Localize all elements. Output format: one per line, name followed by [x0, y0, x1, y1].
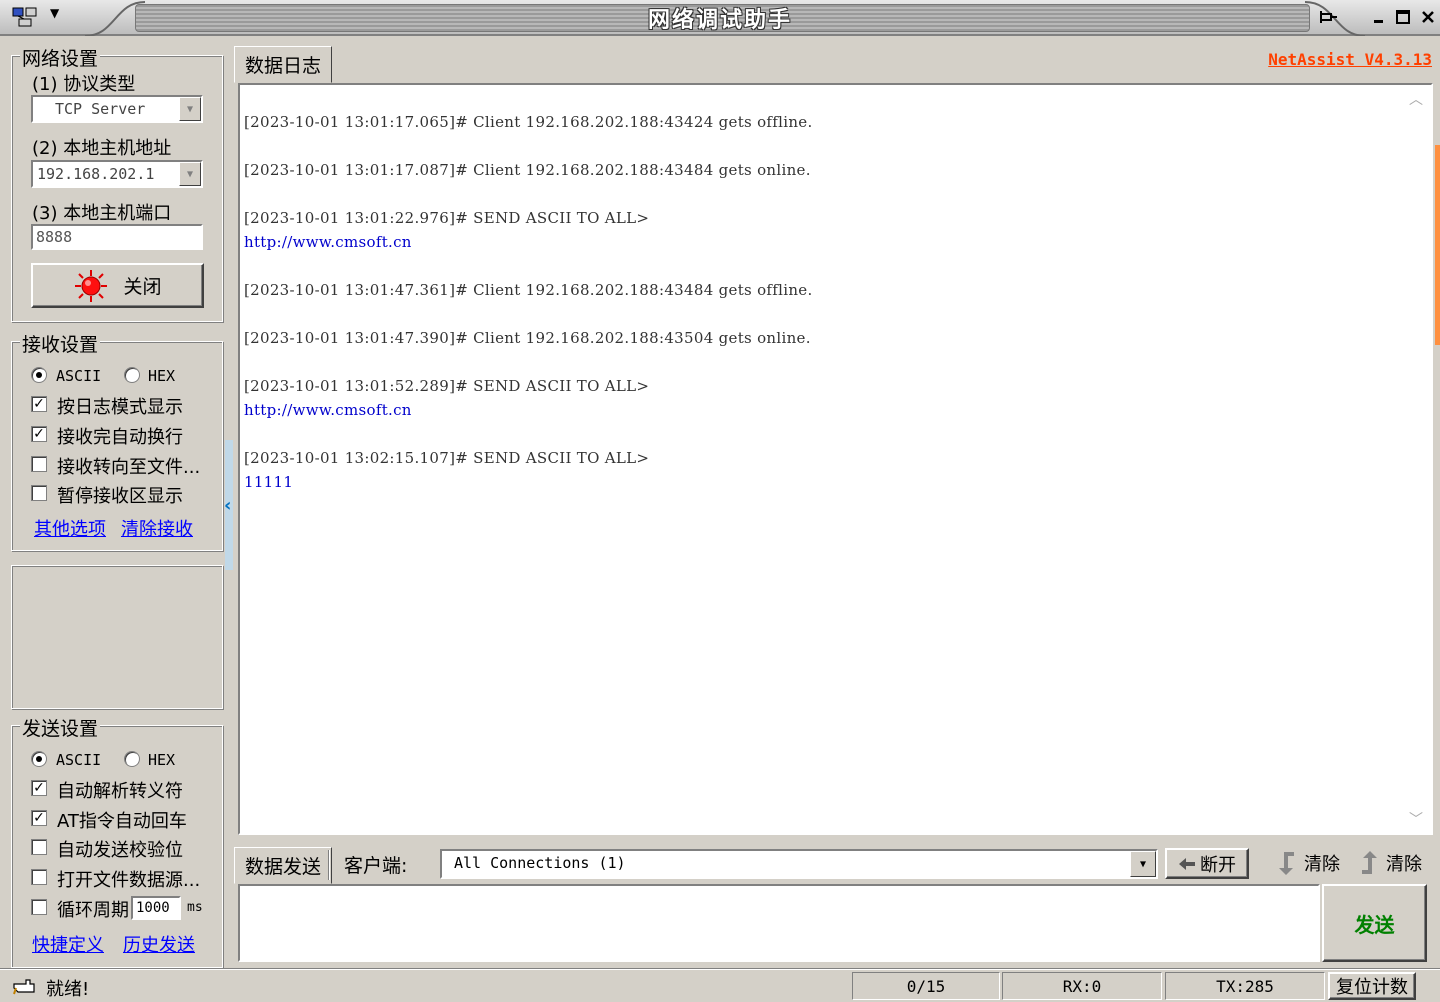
receive-option-checkbox[interactable]: ✓: [31, 396, 47, 412]
receive-option-label: 按日志模式显示: [57, 397, 183, 418]
status-rx: RX:0: [1002, 972, 1162, 1000]
receive-option-checkbox[interactable]: [31, 485, 47, 501]
other-options-link[interactable]: 其他选项: [34, 515, 106, 541]
protocol-select[interactable]: TCP Server ▼: [31, 95, 203, 123]
disconnect-button[interactable]: 断开: [1165, 848, 1249, 879]
log-line: [2023-10-01 13:01:47.390]# Client 192.16…: [244, 329, 811, 347]
blank-panel: [11, 565, 223, 709]
receive-option-checkbox[interactable]: [31, 456, 47, 472]
send-history-link[interactable]: 历史发送: [123, 931, 195, 957]
pointing-hand-icon: [13, 979, 35, 995]
tab-data-send[interactable]: 数据发送: [234, 847, 333, 884]
send-option-checkbox[interactable]: [31, 869, 47, 885]
log-data-line: 11111: [244, 473, 294, 491]
receive-option-checkbox[interactable]: ✓: [31, 426, 47, 442]
log-line: [2023-10-01 13:01:22.976]# SEND ASCII TO…: [244, 209, 650, 227]
tab-divider: [328, 850, 330, 880]
log-line: [2023-10-01 13:01:47.361]# Client 192.16…: [244, 281, 813, 299]
send-ascii-label: ASCII: [56, 751, 102, 769]
status-ready: 就绪!: [46, 979, 90, 1000]
protocol-label: (1) 协议类型: [32, 74, 136, 95]
client-select[interactable]: All Connections (1) ▼: [440, 849, 1158, 879]
port-label: (3) 本地主机端口: [32, 203, 172, 224]
pin-icon[interactable]: [1318, 6, 1340, 28]
send-option-label: 打开文件数据源...: [57, 870, 201, 891]
close-connection-button[interactable]: 关闭: [31, 263, 204, 308]
receive-hex-radio[interactable]: [124, 367, 140, 383]
scroll-down-icon[interactable]: ﹀: [1409, 809, 1423, 829]
clear-up-icon: [1362, 851, 1377, 874]
send-option-checkbox[interactable]: [31, 839, 47, 855]
log-line: [2023-10-01 13:01:52.289]# SEND ASCII TO…: [244, 377, 650, 395]
client-label: 客户端:: [344, 855, 408, 877]
arrow-left-icon: [1179, 857, 1195, 870]
send-option-label: 自动解析转义符: [57, 781, 183, 802]
host-value: 192.168.202.1: [37, 165, 155, 183]
receive-option-label: 接收转向至文件...: [57, 457, 201, 478]
maximize-icon[interactable]: [1392, 6, 1414, 28]
chevron-down-icon[interactable]: ▼: [179, 97, 201, 121]
edge-indicator: [1435, 145, 1440, 345]
tab-data-log[interactable]: 数据日志: [234, 46, 333, 83]
receive-option-label: 接收完自动换行: [57, 427, 183, 448]
receive-log-area[interactable]: [2023-10-01 13:01:17.065]# Client 192.16…: [238, 83, 1433, 835]
brand-version-link[interactable]: NetAssist V4.3.13: [1268, 50, 1432, 69]
protocol-value: TCP Server: [55, 100, 146, 118]
clear-send-label: 清除: [1304, 854, 1340, 875]
shortcut-define-link[interactable]: 快捷定义: [32, 931, 104, 957]
log-line: [2023-10-01 13:01:17.065]# Client 192.16…: [244, 113, 813, 131]
log-line: [2023-10-01 13:01:17.087]# Client 192.16…: [244, 161, 811, 179]
loop-checkbox[interactable]: [31, 899, 47, 915]
send-settings-title: 发送设置: [20, 714, 101, 741]
chevron-down-icon[interactable]: ▼: [1130, 851, 1156, 877]
collapse-arrow-icon[interactable]: ‹: [224, 495, 231, 516]
loop-unit: ms: [187, 900, 203, 915]
disconnect-label: 断开: [1200, 854, 1236, 876]
title-bar: ▼ 网络调试助手: [0, 0, 1440, 36]
clear-send-button[interactable]: 清除: [1276, 850, 1340, 876]
send-option-checkbox[interactable]: ✓: [31, 810, 47, 826]
app-network-icon[interactable]: [12, 6, 38, 28]
minimize-icon[interactable]: [1368, 6, 1390, 28]
send-hex-radio[interactable]: [124, 751, 140, 767]
send-hex-label: HEX: [148, 751, 176, 769]
log-data-line: http://www.cmsoft.cn: [244, 233, 412, 251]
system-menu-dropdown-icon[interactable]: ▼: [50, 6, 59, 20]
reset-count-button[interactable]: 复位计数: [1328, 972, 1416, 1000]
status-separator: [0, 968, 1440, 970]
chevron-down-icon[interactable]: ▼: [179, 162, 201, 186]
log-data-line: http://www.cmsoft.cn: [244, 401, 412, 419]
clear-receive-link[interactable]: 清除接收: [121, 515, 193, 541]
scroll-up-icon[interactable]: ︿: [1409, 89, 1423, 109]
send-option-label: AT指令自动回车: [57, 811, 187, 832]
client-value: All Connections (1): [454, 854, 626, 872]
send-button[interactable]: 发送: [1322, 884, 1427, 962]
send-option-checkbox[interactable]: ✓: [31, 780, 47, 796]
loop-label: 循环周期: [57, 900, 129, 921]
status-light-icon: [75, 269, 108, 302]
loop-period-input[interactable]: 1000: [131, 896, 181, 920]
network-settings-title: 网络设置: [20, 44, 101, 71]
status-tx: TX:285: [1165, 972, 1325, 1000]
receive-hex-label: HEX: [148, 367, 176, 385]
send-input-area[interactable]: [238, 884, 1320, 962]
log-line: [2023-10-01 13:02:15.107]# SEND ASCII TO…: [244, 449, 650, 467]
host-select[interactable]: 192.168.202.1 ▼: [31, 160, 203, 188]
log-scrollbar[interactable]: ︿ ﹀: [1403, 85, 1431, 833]
close-button-label: 关闭: [123, 276, 162, 298]
window-title: 网络调试助手: [647, 8, 792, 33]
receive-option-label: 暂停接收区显示: [57, 486, 183, 507]
receive-ascii-radio[interactable]: [31, 367, 47, 383]
close-window-icon[interactable]: [1417, 6, 1439, 28]
send-option-label: 自动发送校验位: [57, 840, 183, 861]
clear-history-button[interactable]: 清除: [1358, 850, 1422, 876]
clear-history-label: 清除: [1386, 854, 1422, 875]
host-label: (2) 本地主机地址: [32, 138, 172, 159]
status-count: 0/15: [852, 972, 1000, 1000]
port-input[interactable]: 8888: [31, 224, 203, 250]
receive-ascii-label: ASCII: [56, 367, 102, 385]
receive-settings-title: 接收设置: [20, 330, 101, 357]
send-ascii-radio[interactable]: [31, 751, 47, 767]
clear-down-icon: [1279, 852, 1294, 875]
